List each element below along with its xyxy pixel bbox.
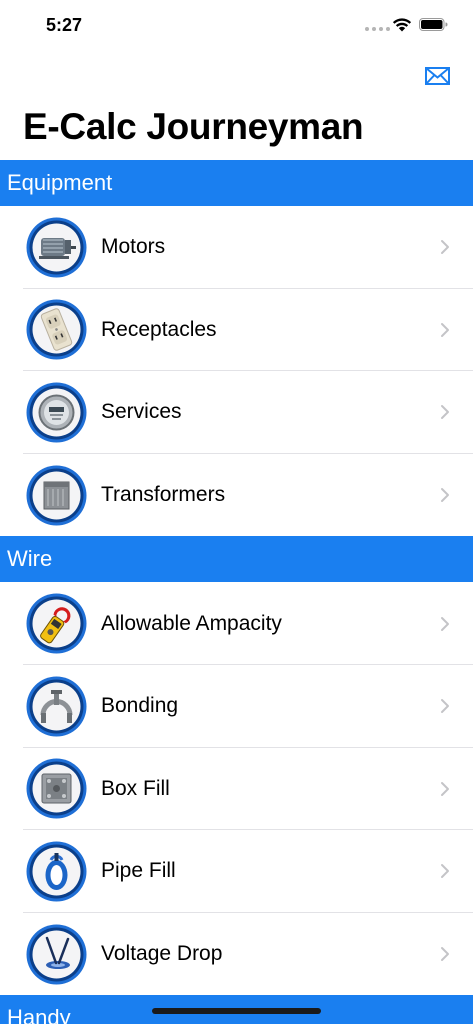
app-screen: 5:27 E-Calc Journeyman Equipment Motors … <box>0 0 473 1024</box>
status-time: 5:27 <box>46 15 83 35</box>
list-item-label: Pipe Fill <box>101 859 176 883</box>
list-item-services[interactable]: Services <box>0 371 473 454</box>
cellular-dots-icon <box>365 27 390 31</box>
conduit-icon <box>26 841 87 902</box>
list-item-transformers[interactable]: Transformers <box>0 453 473 537</box>
envelope-icon <box>425 67 450 85</box>
chevron-right-icon <box>441 616 449 631</box>
list-item-bonding[interactable]: Bonding <box>0 664 473 748</box>
menu-list: Equipment Motors Receptacles Services Tr… <box>0 160 473 1024</box>
junction-box-icon <box>26 758 87 819</box>
meter-icon <box>26 382 87 443</box>
chevron-right-icon <box>441 699 449 714</box>
list-item-receptacles[interactable]: Receptacles <box>0 288 473 372</box>
chevron-right-icon <box>441 781 449 796</box>
clamp-meter-icon <box>26 593 87 654</box>
list-item-label: Bonding <box>101 694 179 718</box>
mail-button[interactable] <box>424 64 451 88</box>
status-bar: 5:27 <box>0 0 473 52</box>
transformer-icon <box>26 465 87 526</box>
list-item-label: Services <box>101 400 182 424</box>
list-item-label: Voltage Drop <box>101 942 223 966</box>
list-item-label: Allowable Ampacity <box>101 611 282 635</box>
chevron-right-icon <box>441 864 449 879</box>
battery-icon <box>419 18 448 31</box>
list-item-voltage-drop[interactable]: Voltage Drop <box>0 912 473 996</box>
motor-icon <box>26 217 87 278</box>
list-item-label: Transformers <box>101 483 226 507</box>
list-item-label: Receptacles <box>101 317 217 341</box>
list-item-pipe-fill[interactable]: Pipe Fill <box>0 830 473 913</box>
voltage-drop-icon <box>26 924 87 985</box>
section-header-equipment: Equipment <box>0 160 473 206</box>
wifi-icon <box>392 18 412 32</box>
list-item-allowable-ampacity[interactable]: Allowable Ampacity <box>0 582 473 665</box>
ground-clamp-icon <box>26 676 87 737</box>
list-item-motors[interactable]: Motors <box>0 206 473 289</box>
chevron-right-icon <box>441 322 449 337</box>
list-item-label: Box Fill <box>101 776 170 800</box>
chevron-right-icon <box>441 240 449 255</box>
receptacle-icon <box>26 299 87 360</box>
list-item-box-fill[interactable]: Box Fill <box>0 747 473 831</box>
list-item-label: Motors <box>101 235 166 259</box>
page-title: E-Calc Journeyman <box>23 106 364 147</box>
chevron-right-icon <box>441 947 449 962</box>
chevron-right-icon <box>441 405 449 420</box>
home-indicator[interactable] <box>152 1008 321 1014</box>
chevron-right-icon <box>441 488 449 503</box>
section-header-wire: Wire <box>0 536 473 583</box>
